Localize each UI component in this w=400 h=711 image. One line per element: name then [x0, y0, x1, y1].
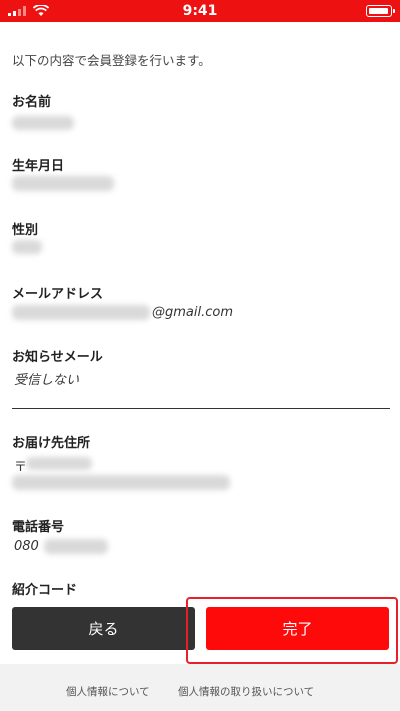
- birthdate-label: 生年月日: [12, 159, 65, 174]
- privacy-handling-link[interactable]: 個人情報の取り扱いについて: [178, 684, 314, 699]
- phone-label: 電話番号: [12, 520, 65, 535]
- back-button[interactable]: 戻る: [12, 607, 195, 650]
- about-privacy-link[interactable]: 個人情報について: [66, 684, 150, 699]
- address-line-redacted: [12, 475, 230, 490]
- email-label: メールアドレス: [12, 287, 104, 302]
- postal-mark: 〒: [14, 460, 28, 475]
- phone-prefix: 080: [14, 539, 39, 554]
- newsletter-label: お知らせメール: [12, 350, 103, 365]
- newsletter-value: 受信しない: [14, 373, 80, 388]
- intro-text: 以下の内容で会員登録を行います。: [12, 53, 211, 68]
- status-time: 9:41: [182, 3, 218, 19]
- referral-code-label: 紹介コード: [12, 583, 78, 598]
- phone-number-redacted: [44, 539, 108, 554]
- battery-icon: [366, 5, 395, 17]
- gender-value-redacted: [12, 240, 42, 254]
- postal-code-redacted: [26, 457, 92, 470]
- email-domain: @gmail.com: [152, 305, 234, 320]
- email-local-part-redacted: [12, 305, 150, 320]
- name-value-redacted: [12, 116, 74, 130]
- birthdate-value-redacted: [12, 176, 114, 191]
- name-label: お名前: [12, 95, 52, 110]
- gender-label: 性別: [12, 223, 39, 238]
- highlight-annotation-box: [186, 597, 398, 664]
- footer: 個人情報について 個人情報の取り扱いについて: [0, 664, 400, 711]
- status-bar: 9:41: [0, 0, 400, 22]
- address-label: お届け先住所: [12, 436, 91, 451]
- section-divider: [12, 408, 390, 409]
